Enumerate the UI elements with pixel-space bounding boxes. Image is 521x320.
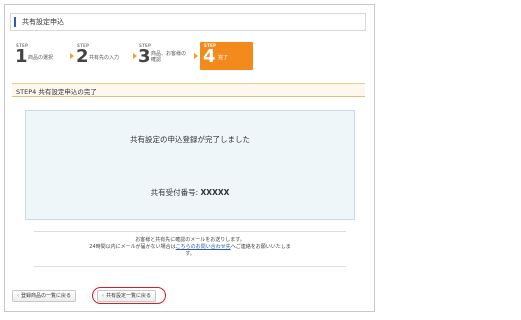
notice-line-1: お客様と共有先に確認のメールをお送りします。 bbox=[135, 237, 245, 243]
back-to-registered-list-button[interactable]: ‹ 登録商品の一覧に戻る bbox=[12, 290, 77, 302]
divider bbox=[34, 231, 346, 232]
step-4-name: 完了 bbox=[218, 55, 229, 61]
notice-line-2-post: へご連絡をお願いいたしま bbox=[230, 244, 291, 250]
notice-line-3: す。 bbox=[185, 251, 195, 257]
step-1-number: 1 bbox=[15, 46, 28, 67]
page-title: 共有設定申込 bbox=[22, 18, 64, 26]
step-4-current: STEP 4 完了 bbox=[200, 42, 253, 70]
divider bbox=[34, 266, 346, 267]
step-4-number: 4 bbox=[203, 46, 216, 67]
step-1-name: 商品の選択 bbox=[28, 55, 54, 61]
step-3-number: 3 bbox=[138, 46, 151, 67]
step-2-name: 共有先の入力 bbox=[89, 55, 120, 61]
step-2: STEP 2 共有先の入力 bbox=[76, 42, 132, 70]
receipt-number: 共有受付番号: XXXXX bbox=[26, 187, 354, 198]
section-title: STEP4 共有設定申込の完了 bbox=[16, 88, 97, 96]
completion-panel: 共有設定の申込登録が完了しました 共有受付番号: XXXXX bbox=[25, 110, 355, 220]
back-to-registered-list-label: 登録商品の一覧に戻る bbox=[21, 293, 72, 299]
step-3-name-line2: 確認 bbox=[151, 57, 162, 63]
step-arrow-icon bbox=[194, 53, 198, 59]
section-heading: STEP4 共有設定申込の完了 bbox=[12, 83, 365, 97]
notice-line-2: 24時間以内にメールが届かない場合はこちらのお問い合わせ先へご連絡をお願いいたし… bbox=[40, 244, 340, 251]
step-arrow-icon bbox=[70, 53, 74, 59]
step-2-number: 2 bbox=[76, 46, 89, 67]
page-title-bar: 共有設定申込 bbox=[10, 13, 366, 31]
notice-line-2-pre: 24時間以内にメールが届かない場合は bbox=[89, 244, 176, 250]
step-arrow-icon bbox=[133, 53, 137, 59]
contact-link[interactable]: こちらのお問い合わせ先 bbox=[176, 244, 231, 250]
receipt-value: XXXXX bbox=[200, 188, 230, 197]
highlight-circle bbox=[92, 287, 166, 304]
email-notice: お客様と共有先に確認のメールをお送りします。 24時間以内にメールが届かない場合… bbox=[40, 237, 340, 258]
step-3: STEP 3 商品、お客様の 確認 bbox=[138, 42, 194, 70]
receipt-label: 共有受付番号: bbox=[150, 188, 199, 197]
step-1: STEP 1 商品の選択 bbox=[15, 42, 67, 70]
title-accent-bar bbox=[14, 17, 16, 27]
step-indicator: STEP 1 商品の選択 STEP 2 共有先の入力 STEP 3 商品、お客様… bbox=[15, 42, 255, 70]
chevron-left-icon: ‹ bbox=[17, 293, 19, 299]
completion-message: 共有設定の申込登録が完了しました bbox=[130, 135, 250, 144]
